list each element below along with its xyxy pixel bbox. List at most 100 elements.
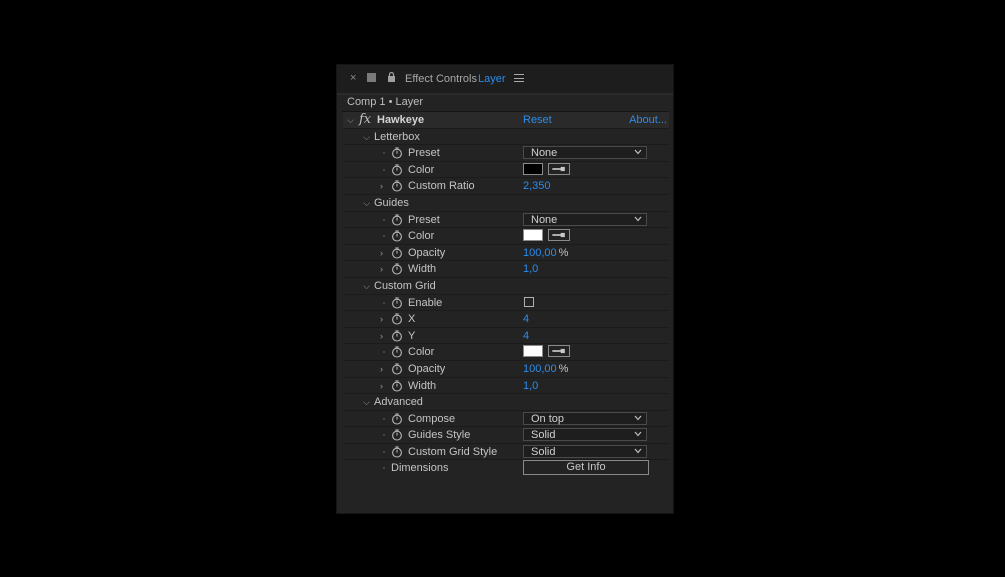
panel-tab-bar: × Effect Controls Layer — [337, 65, 673, 93]
stopwatch-icon[interactable] — [391, 446, 403, 458]
property-label: Guides Style — [408, 429, 471, 442]
fx-icon[interactable]: fx — [359, 112, 371, 127]
dropdown-value: None — [531, 213, 558, 226]
custom-ratio-value[interactable]: 2,350 — [523, 180, 551, 192]
tab-layer-name[interactable]: Layer — [478, 73, 506, 85]
property-label: Color — [408, 230, 435, 243]
chevron-down-icon — [634, 415, 642, 421]
stopwatch-icon[interactable] — [391, 147, 403, 159]
dropdown-value: Solid — [531, 429, 556, 442]
property-label: Preset — [408, 213, 440, 226]
property-row: › X 4 — [343, 311, 669, 328]
group-label: Custom Grid — [374, 279, 436, 292]
property-label: Custom Ratio — [408, 180, 475, 193]
group-custom-grid[interactable]: ⌵ Custom Grid — [343, 278, 669, 295]
stopwatch-icon[interactable] — [391, 379, 403, 392]
group-advanced[interactable]: ⌵ Advanced — [343, 394, 669, 411]
chevron-down-icon[interactable]: ⌵ — [362, 197, 371, 209]
width-value[interactable]: 1,0 — [523, 380, 538, 392]
property-label: Dimensions — [391, 462, 449, 475]
square-icon[interactable] — [367, 73, 376, 82]
chevron-down-icon[interactable]: ⌵ — [346, 114, 355, 126]
about-link[interactable]: About... — [629, 114, 667, 126]
tab-effect-controls[interactable]: Effect Controls — [405, 73, 477, 85]
preset-dropdown[interactable]: None — [523, 212, 647, 226]
custom-grid-style-dropdown[interactable]: Solid — [523, 444, 647, 458]
stopwatch-icon[interactable] — [391, 330, 403, 342]
property-label: Color — [408, 163, 435, 176]
opacity-number[interactable]: 100,00 — [523, 363, 557, 375]
property-label: Enable — [408, 296, 443, 309]
eyedropper-icon[interactable] — [548, 162, 570, 175]
property-dot — [383, 168, 385, 171]
stopwatch-icon[interactable] — [391, 247, 403, 259]
stopwatch-icon[interactable] — [391, 230, 403, 242]
dropdown-value: On top — [531, 412, 565, 425]
stopwatch-icon[interactable] — [391, 346, 403, 358]
property-row: Color — [343, 228, 669, 245]
property-row: › Opacity 100,00% — [343, 245, 669, 262]
lock-icon[interactable] — [387, 72, 396, 82]
comp-title: Comp 1 • Layer — [347, 96, 423, 108]
chevron-right-icon[interactable]: › — [377, 263, 386, 275]
stopwatch-icon[interactable] — [391, 413, 403, 425]
color-swatch[interactable] — [523, 162, 543, 175]
stopwatch-icon[interactable] — [391, 263, 403, 275]
reset-link[interactable]: Reset — [523, 114, 552, 126]
property-label: X — [408, 313, 416, 326]
chevron-right-icon[interactable]: › — [377, 330, 386, 342]
eyedropper-icon[interactable] — [548, 345, 570, 358]
stopwatch-icon[interactable] — [391, 164, 403, 176]
chevron-down-icon[interactable]: ⌵ — [362, 280, 371, 292]
property-dot — [383, 450, 385, 453]
stopwatch-icon[interactable] — [391, 313, 403, 325]
chevron-right-icon[interactable]: › — [377, 247, 386, 259]
group-letterbox[interactable]: ⌵ Letterbox — [343, 129, 669, 146]
eyedropper-icon[interactable] — [548, 229, 570, 242]
stopwatch-icon[interactable] — [391, 363, 403, 375]
hamburger-menu-icon[interactable] — [514, 74, 524, 82]
percent-unit: % — [558, 362, 569, 375]
stopwatch-icon[interactable] — [391, 429, 403, 441]
preset-dropdown[interactable]: None — [523, 146, 647, 160]
compose-dropdown[interactable]: On top — [523, 411, 647, 425]
close-icon[interactable]: × — [350, 72, 356, 84]
tab-divider — [337, 93, 673, 95]
color-swatch[interactable] — [523, 229, 543, 242]
group-label: Advanced — [374, 396, 423, 409]
group-label: Letterbox — [374, 130, 420, 143]
effect-properties: ⌵ fx Hawkeye Reset About... ⌵ Letterbox … — [343, 112, 669, 477]
stopwatch-icon[interactable] — [391, 180, 403, 192]
chevron-down-icon[interactable]: ⌵ — [362, 396, 371, 408]
property-dot — [383, 152, 385, 155]
y-value[interactable]: 4 — [523, 330, 529, 342]
property-row: › Width 1,0 — [343, 378, 669, 395]
opacity-number[interactable]: 100,00 — [523, 247, 557, 259]
stopwatch-icon[interactable] — [391, 214, 403, 226]
chevron-right-icon[interactable]: › — [377, 180, 386, 192]
chevron-right-icon[interactable]: › — [377, 313, 386, 325]
property-label: Width — [408, 379, 437, 392]
property-label: Y — [408, 329, 416, 342]
opacity-value[interactable]: 100,00% — [523, 247, 568, 259]
chevron-right-icon[interactable]: › — [377, 363, 386, 375]
chevron-down-icon — [634, 431, 642, 437]
color-swatch[interactable] — [523, 345, 543, 358]
property-dot — [383, 417, 385, 420]
chevron-right-icon[interactable]: › — [377, 380, 386, 392]
property-row: Guides Style Solid — [343, 427, 669, 444]
group-guides[interactable]: ⌵ Guides — [343, 195, 669, 212]
enable-checkbox[interactable] — [524, 296, 534, 307]
x-value[interactable]: 4 — [523, 313, 529, 325]
property-dot — [383, 351, 385, 354]
chevron-down-icon[interactable]: ⌵ — [362, 131, 371, 143]
width-value[interactable]: 1,0 — [523, 263, 538, 275]
guides-style-dropdown[interactable]: Solid — [523, 428, 647, 442]
property-dot — [383, 467, 385, 470]
opacity-value[interactable]: 100,00% — [523, 363, 568, 375]
chevron-down-icon — [634, 149, 642, 155]
get-info-button[interactable]: Get Info — [523, 460, 649, 476]
stopwatch-icon[interactable] — [391, 296, 403, 309]
property-label: Custom Grid Style — [408, 445, 498, 458]
property-row: Dimensions Get Info — [343, 460, 669, 477]
